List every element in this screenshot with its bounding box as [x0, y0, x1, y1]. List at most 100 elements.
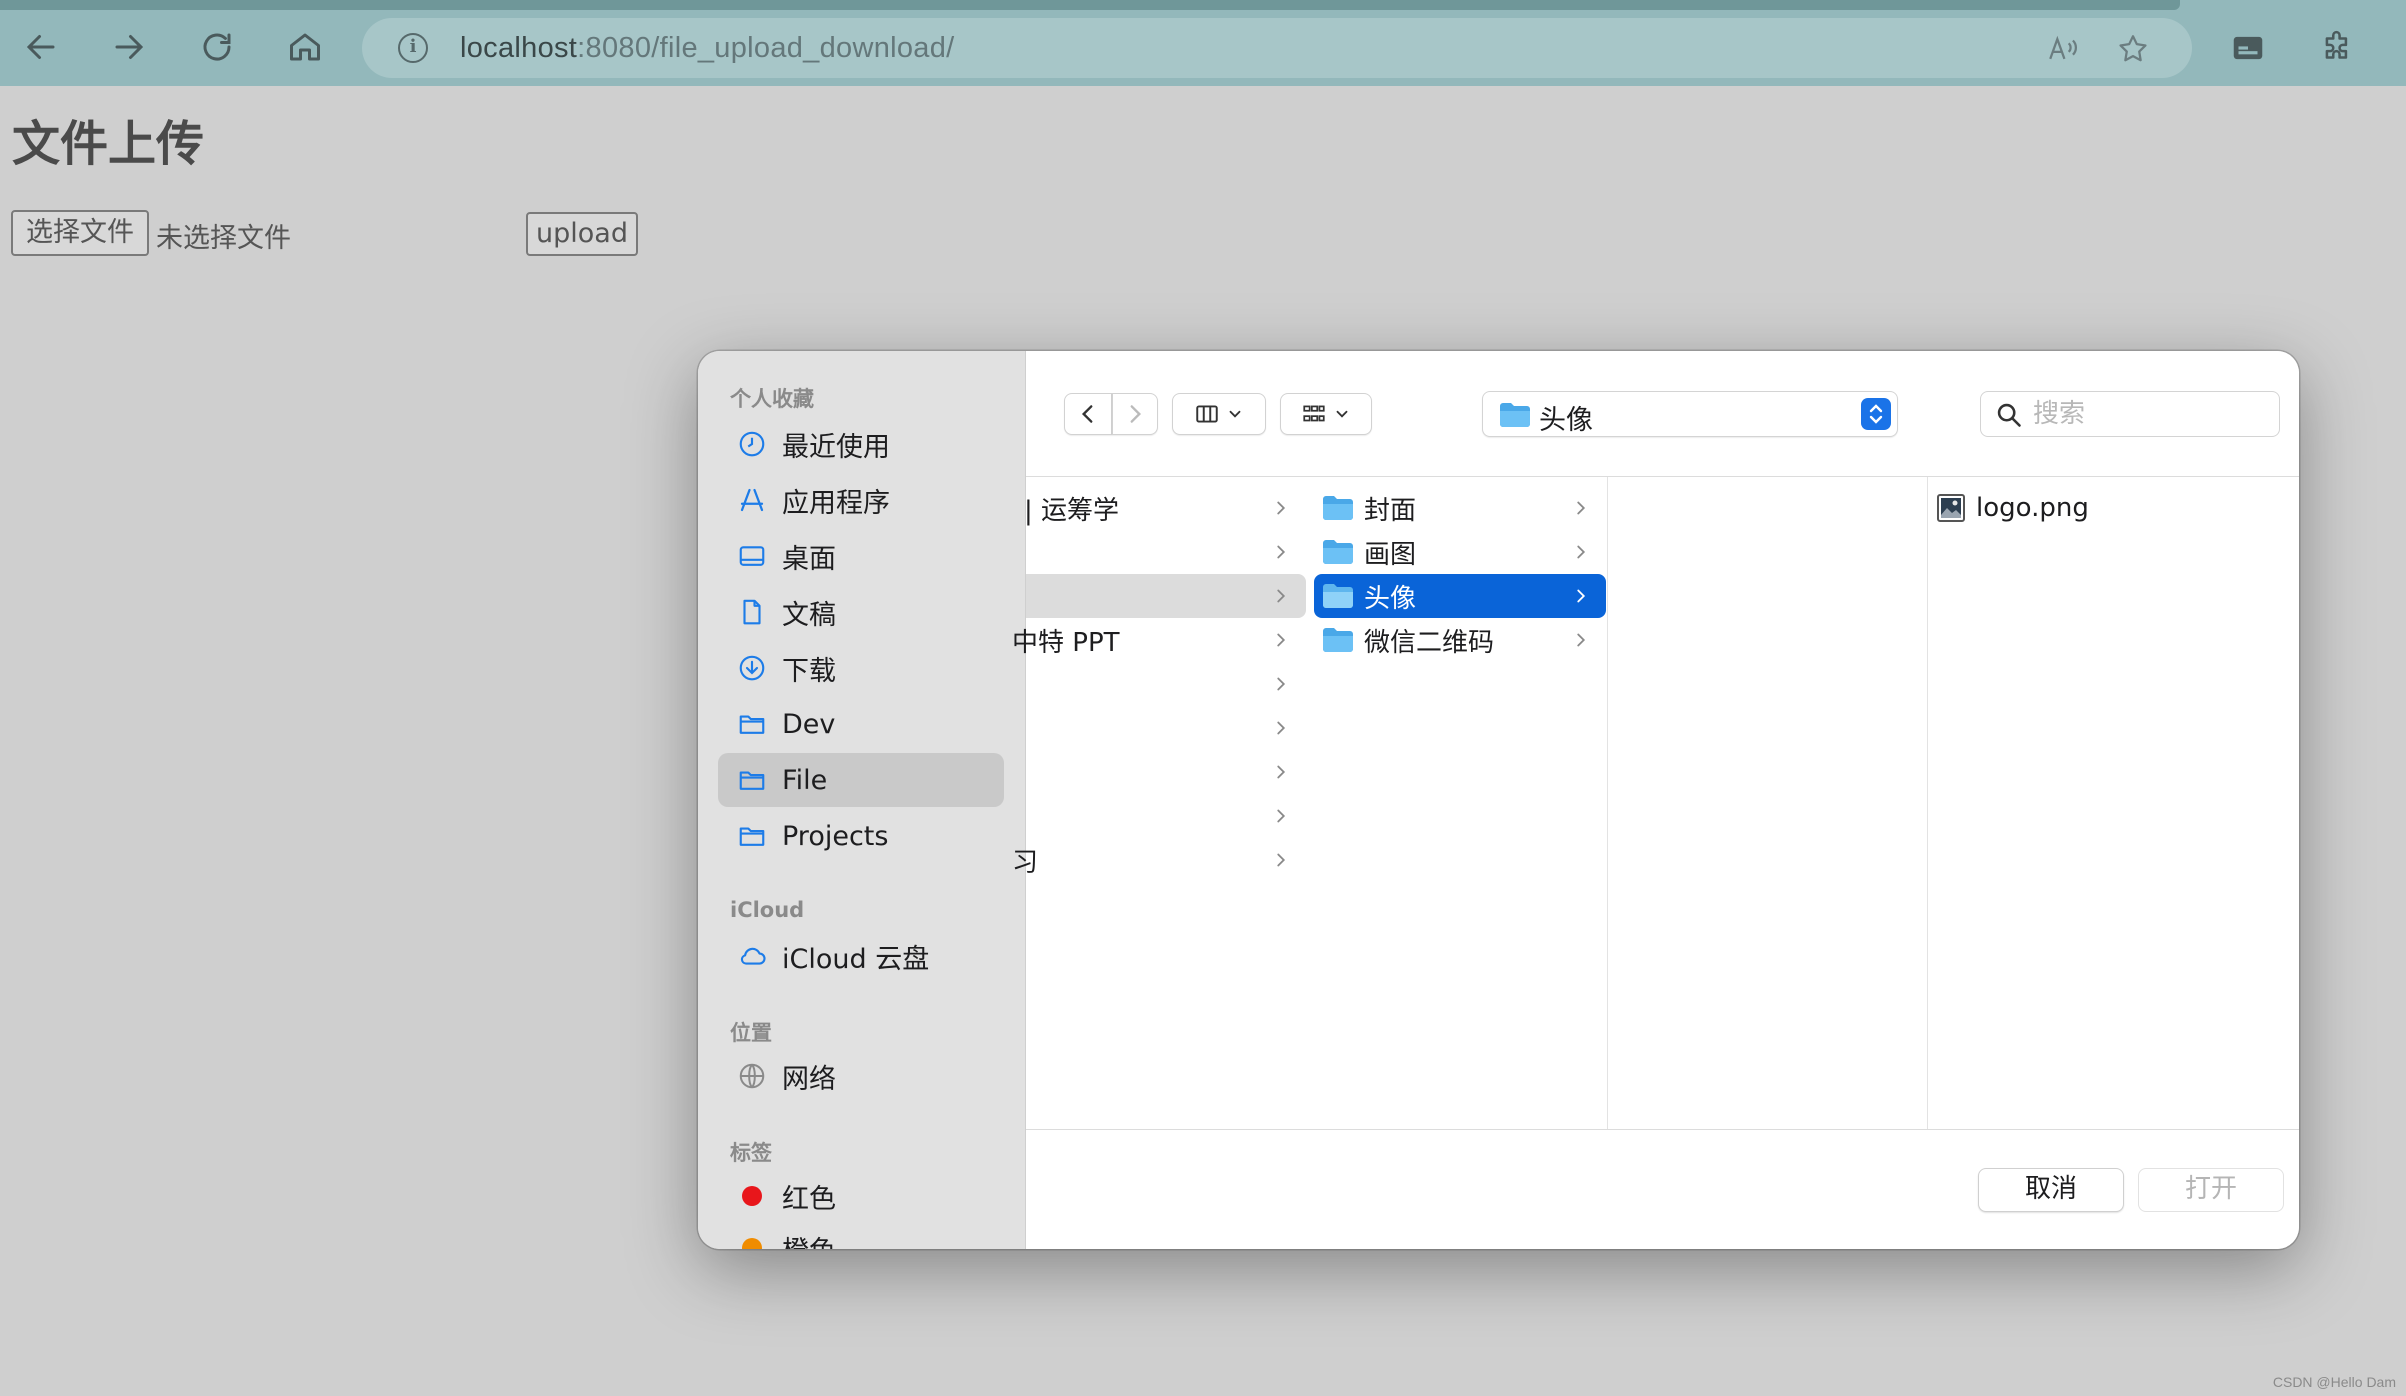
list-item-label: 画图: [1364, 539, 1417, 570]
cloud-icon: [736, 940, 768, 972]
browser-toolbar: i localhost:8080/file_upload_download/: [0, 0, 2406, 86]
home-icon: [290, 33, 320, 61]
watermark: CSDN @Hello Dam: [2272, 1374, 2396, 1390]
folder-icon: [736, 708, 768, 740]
sidebar-item-icloud-drive[interactable]: iCloud 云盘: [718, 929, 1004, 983]
sidebar-toggle-button[interactable]: [2226, 26, 2270, 70]
list-item[interactable]: [1026, 662, 1306, 706]
url-path: :8080/file_upload_download/: [577, 32, 955, 64]
chevron-right-icon: [1277, 633, 1286, 647]
chevron-right-icon: [1277, 677, 1286, 691]
columns-view-icon: [1196, 405, 1218, 423]
star-icon: [2119, 35, 2147, 62]
folder-item-cover[interactable]: 封面: [1314, 486, 1606, 530]
chevron-right-icon: [1130, 405, 1142, 423]
read-aloud-button[interactable]: [2044, 30, 2082, 68]
dialog-footer: 取消 打开: [1026, 1129, 2299, 1249]
folder-icon: [1500, 403, 1530, 427]
search-input[interactable]: [2033, 396, 2263, 432]
read-aloud-icon: [2049, 35, 2077, 60]
sidebar-item-label: 网络: [782, 1063, 836, 1095]
sidebar-item-file[interactable]: File: [718, 753, 1004, 807]
list-item[interactable]: 中特 PPT: [1012, 618, 1306, 662]
up-down-chevron-icon: [1861, 398, 1891, 430]
browser-column-3: [1608, 477, 1928, 1129]
list-item[interactable]: [1026, 706, 1306, 750]
reload-button[interactable]: [192, 22, 242, 72]
puzzle-icon: [2325, 30, 2348, 59]
dialog-toolbar: 头像: [1026, 351, 2299, 477]
list-item[interactable]: 习: [1012, 838, 1306, 882]
search-field[interactable]: [1980, 391, 2280, 437]
open-button[interactable]: 打开: [2138, 1168, 2284, 1212]
upload-button[interactable]: upload: [526, 212, 638, 256]
list-item-label: | 运筹学: [1024, 495, 1120, 526]
no-file-text: 未选择文件: [156, 223, 291, 254]
list-item-label: 封面: [1364, 495, 1417, 526]
chevron-right-icon: [1277, 809, 1286, 823]
sidebar-item-applications[interactable]: 应用程序: [718, 473, 1004, 527]
chevron-right-icon: [1277, 765, 1286, 779]
list-item-label: 头像: [1364, 583, 1417, 614]
home-button[interactable]: [280, 22, 330, 72]
cancel-button[interactable]: 取消: [1978, 1168, 2124, 1212]
chevron-right-icon: [1577, 633, 1586, 647]
site-info-icon[interactable]: i: [398, 33, 428, 63]
chevron-right-icon: [1277, 721, 1286, 735]
dialog-sidebar: 个人收藏 最近使用 应用程序 桌面 文稿 下载 Dev File Project…: [698, 351, 1026, 1249]
icloud-heading: iCloud: [730, 898, 805, 922]
forward-nav-button[interactable]: [1112, 393, 1158, 435]
chevron-right-icon: [1277, 853, 1286, 867]
sidebar-item-label: 最近使用: [782, 431, 890, 463]
chevron-right-icon: [1277, 545, 1286, 559]
sidebar-item-tag-red[interactable]: 红色: [718, 1169, 1004, 1223]
favorites-heading: 个人收藏: [730, 387, 814, 411]
group-by-button[interactable]: [1280, 393, 1372, 435]
file-item-logo[interactable]: logo.png: [1928, 486, 2288, 530]
sidebar-item-projects[interactable]: Projects: [718, 809, 1004, 863]
tab-strip-edge: [0, 0, 2180, 10]
sidebar-item-recents[interactable]: 最近使用: [718, 417, 1004, 471]
choose-file-button[interactable]: 选择文件: [11, 210, 149, 256]
sidebar-item-documents[interactable]: 文稿: [718, 585, 1004, 639]
page-title: 文件上传: [12, 116, 205, 172]
list-item[interactable]: [1026, 530, 1306, 574]
sidebar-item-tag-orange[interactable]: 橙色: [718, 1221, 1004, 1249]
folder-item-avatar[interactable]: 头像: [1314, 574, 1606, 618]
sidebar-item-label: 下载: [782, 655, 836, 687]
sidebar-item-label: iCloud 云盘: [782, 943, 930, 975]
sidebar-item-label: Dev: [782, 708, 836, 740]
address-bar[interactable]: i localhost:8080/file_upload_download/: [362, 18, 2192, 78]
sidebar-item-network[interactable]: 网络: [718, 1049, 1004, 1103]
favorite-button[interactable]: [2114, 30, 2152, 68]
location-popup[interactable]: 头像: [1482, 391, 1898, 437]
orange-tag-dot: [742, 1238, 762, 1249]
list-item[interactable]: | 运筹学: [1024, 486, 1306, 530]
sidebar-item-dev[interactable]: Dev: [718, 697, 1004, 751]
sidebar-item-desktop[interactable]: 桌面: [718, 529, 1004, 583]
folder-icon: [736, 820, 768, 852]
list-item-selected-parent[interactable]: [1026, 574, 1306, 618]
forward-button[interactable]: [104, 22, 154, 72]
download-icon: [736, 652, 768, 684]
back-nav-button[interactable]: [1064, 393, 1112, 435]
apps-icon: [736, 484, 768, 516]
sidebar-item-downloads[interactable]: 下载: [718, 641, 1004, 695]
view-mode-button[interactable]: [1172, 393, 1266, 435]
browser-column-avatar: logo.png: [1928, 477, 2299, 1129]
search-icon: [1997, 403, 2021, 427]
list-item[interactable]: [1026, 794, 1306, 838]
sidebar-item-label: 橙色: [782, 1229, 836, 1250]
browser-column-file: 封面 画图 头像 微信二维码: [1308, 477, 1608, 1129]
tags-heading: 标签: [730, 1141, 772, 1165]
clock-icon: [736, 428, 768, 460]
extensions-button[interactable]: [2316, 26, 2360, 70]
arrow-right-icon: [115, 35, 144, 59]
chevron-right-icon: [1577, 545, 1586, 559]
folder-item-wechat-qr[interactable]: 微信二维码: [1314, 618, 1606, 662]
reload-icon: [203, 33, 231, 61]
back-button[interactable]: [16, 22, 66, 72]
chevron-left-icon: [1081, 405, 1093, 423]
list-item[interactable]: [1026, 750, 1306, 794]
folder-item-drawing[interactable]: 画图: [1314, 530, 1606, 574]
